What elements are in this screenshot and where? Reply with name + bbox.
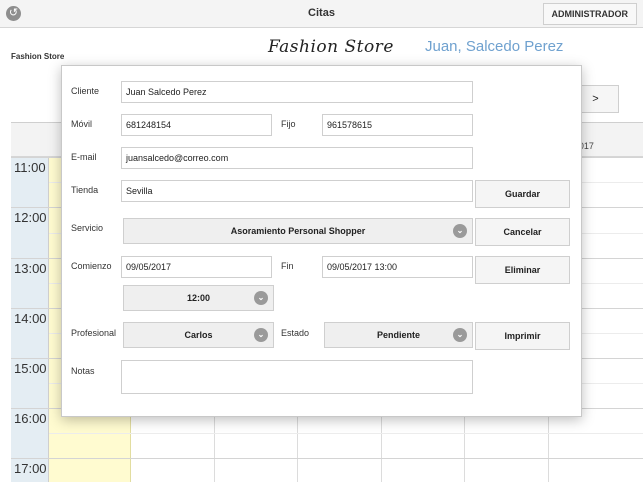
hour-label: 16:00	[14, 411, 47, 426]
start-date-field[interactable]: 09/05/2017	[121, 256, 272, 278]
client-label: Cliente	[71, 86, 100, 96]
start-time-select[interactable]: 12:00 ⌄	[123, 285, 274, 311]
mobile-label: Móvil	[71, 119, 93, 129]
store-logo-text: Fashion Store	[268, 37, 394, 57]
chevron-down-icon: ⌄	[254, 291, 268, 305]
professional-value: Carlos	[184, 330, 213, 340]
landline-label: Fijo	[281, 119, 296, 129]
top-bar: ↺ Citas ADMINISTRADOR	[0, 0, 643, 28]
chevron-down-icon: ⌄	[254, 328, 268, 342]
store-label: Tienda	[71, 185, 99, 195]
start-label: Comienzo	[71, 261, 112, 271]
status-select[interactable]: Pendiente ⌄	[324, 322, 473, 348]
store-name: Fashion Store	[11, 52, 65, 61]
email-label: E-mail	[71, 152, 97, 162]
delete-button[interactable]: Eliminar	[475, 256, 570, 284]
cancel-button[interactable]: Cancelar	[475, 218, 570, 246]
save-button[interactable]: Guardar	[475, 180, 570, 208]
mobile-field[interactable]: 681248154	[121, 114, 272, 136]
service-label: Servicio	[71, 223, 104, 233]
service-select[interactable]: Asoramiento Personal Shopper ⌄	[123, 218, 473, 244]
professional-select[interactable]: Carlos ⌄	[123, 322, 274, 348]
start-time-value: 12:00	[186, 293, 211, 303]
email-field[interactable]: juansalcedo@correo.com	[121, 147, 473, 169]
notes-label: Notas	[71, 366, 95, 376]
chevron-down-icon: ⌄	[453, 224, 467, 238]
professional-label: Profesional	[71, 328, 117, 338]
hour-label: 14:00	[14, 311, 47, 326]
appointment-dialog: Cliente Juan Salcedo Perez Móvil 6812481…	[61, 65, 582, 417]
notes-field[interactable]	[121, 360, 473, 394]
end-label: Fin	[281, 261, 294, 271]
hour-label: 15:00	[14, 361, 47, 376]
hour-line	[11, 458, 643, 459]
user-name: Juan, Salcedo Perez	[425, 38, 564, 55]
hour-label: 12:00	[14, 210, 47, 225]
status-value: Pendiente	[376, 330, 420, 340]
admin-button[interactable]: ADMINISTRADOR	[542, 3, 637, 25]
landline-field[interactable]: 961578615	[322, 114, 473, 136]
status-label: Estado	[281, 328, 310, 338]
hour-label: 17:00	[14, 461, 47, 476]
chevron-down-icon: ⌄	[453, 328, 467, 342]
end-datetime-field[interactable]: 09/05/2017 13:00	[322, 256, 473, 278]
print-button[interactable]: Imprimir	[475, 322, 570, 350]
client-field[interactable]: Juan Salcedo Perez	[121, 81, 473, 103]
half-hour-line	[49, 433, 643, 434]
service-value: Asoramiento Personal Shopper	[230, 226, 366, 236]
hour-label: 11:00	[14, 160, 46, 175]
hour-label: 13:00	[14, 261, 47, 276]
store-field[interactable]: Sevilla	[121, 180, 473, 202]
